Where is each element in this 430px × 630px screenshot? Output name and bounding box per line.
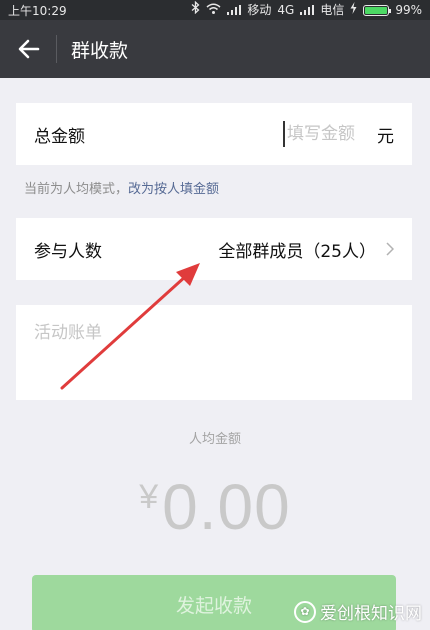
bluetooth-icon — [191, 0, 200, 20]
nav-bar: 群收款 — [0, 20, 430, 78]
battery-percent: 99% — [395, 3, 422, 17]
activity-bill-box — [16, 305, 412, 400]
participants-row[interactable]: 参与人数 全部群成员（25人） — [16, 218, 412, 280]
watermark-text: 爱创根知识网 — [320, 604, 422, 624]
watermark-logo-icon: ✿ — [294, 600, 316, 623]
status-bar: 上午10:29 移动 4G 电信 99% — [0, 0, 430, 20]
currency-symbol: ¥ — [139, 478, 159, 516]
average-amount: ¥0.00 — [0, 470, 430, 544]
chevron-right-icon — [386, 242, 394, 256]
network-type: 4G — [277, 3, 295, 17]
mode-hint: 当前为人均模式，改为按人填金额 — [24, 178, 219, 197]
battery-fill — [365, 6, 388, 14]
watermark: ✿ 爱创根知识网 — [294, 599, 422, 624]
average-amount-value: 0.00 — [162, 471, 291, 543]
status-time: 上午10:29 — [8, 3, 67, 18]
amount-unit: 元 — [377, 126, 394, 147]
activity-bill-input[interactable] — [34, 323, 394, 343]
page-title: 群收款 — [71, 39, 129, 62]
total-amount-label: 总金额 — [34, 126, 85, 147]
participants-value: 全部群成员（25人） — [218, 241, 376, 262]
amount-input-wrap: 元 — [283, 121, 394, 147]
participants-label: 参与人数 — [34, 241, 102, 262]
signal-icon — [300, 5, 315, 15]
switch-mode-link[interactable]: 改为按人填金额 — [128, 182, 219, 197]
total-amount-row: 总金额 元 — [16, 103, 412, 165]
screen: 上午10:29 移动 4G 电信 99% 群收款 总金额 填写金额 元 当前为人… — [0, 0, 430, 630]
arrow-left-icon[interactable] — [6, 20, 52, 78]
average-amount-label: 人均金额 — [188, 432, 241, 447]
carrier-2: 电信 — [320, 3, 345, 17]
carrier-1: 移动 — [247, 3, 272, 17]
text-caret — [283, 121, 285, 147]
status-right: 移动 4G 电信 99% — [191, 0, 422, 20]
signal-icon — [227, 5, 242, 15]
battery-icon — [363, 4, 392, 16]
nav-divider — [56, 35, 57, 63]
charging-icon — [350, 0, 357, 20]
mode-hint-text: 当前为人均模式， — [24, 182, 129, 197]
total-amount-input[interactable] — [287, 124, 371, 144]
wifi-icon — [206, 0, 221, 20]
